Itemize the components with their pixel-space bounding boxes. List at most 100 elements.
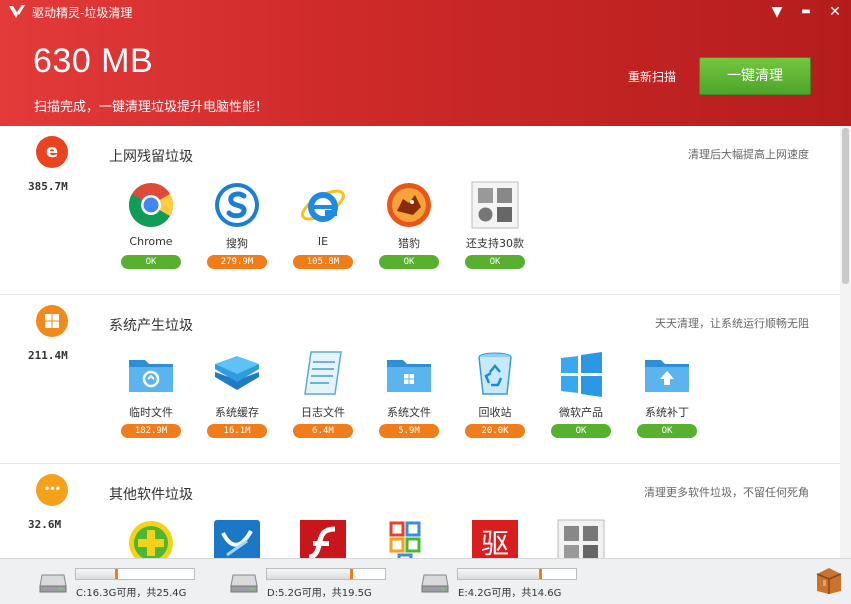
hard-drive-icon (39, 574, 67, 593)
chrome-icon (129, 183, 173, 227)
item-sogou[interactable]: 搜狗 279.9M (194, 181, 280, 276)
item-gray-app[interactable] (538, 519, 624, 558)
item-label: Chrome (129, 235, 173, 248)
status-badge: 182.9M (121, 424, 181, 438)
rescan-link[interactable]: 重新扫描 (628, 68, 676, 85)
ie-icon (301, 189, 345, 222)
item-label: 回收站 (478, 406, 512, 419)
drive-space-text: D:5.2G可用，共19.5G (267, 588, 372, 599)
item-label: 搜狗 (226, 237, 248, 250)
hard-drive-icon (421, 574, 449, 593)
hard-drive-icon (230, 574, 258, 593)
item-label: 系统文件 (387, 406, 431, 419)
scan-complete-message: 扫描完成，一键清理垃圾提升电脑性能！ (34, 100, 269, 115)
item-log-files[interactable]: 日志文件 6.4M (280, 350, 366, 445)
item-blue-app[interactable] (194, 519, 280, 558)
log-file-icon (304, 351, 342, 395)
section-size: 211.4M (28, 349, 68, 362)
patch-folder-icon (645, 360, 689, 392)
windows-circle-icon (36, 305, 68, 337)
item-label: 临时文件 (129, 406, 173, 419)
minimize-button[interactable]: ▬ (796, 3, 816, 21)
drive-usage-fill (267, 569, 354, 579)
gray-app-icon (557, 519, 605, 558)
drive-e: E:4.2G可用，共14.6G (421, 567, 601, 601)
drive-usage-bar (457, 568, 577, 580)
status-badge: 5.9M (379, 424, 439, 438)
item-label: 日志文件 (301, 406, 345, 419)
more-circle-icon: ••• (36, 474, 68, 506)
section-description: 清理更多软件垃圾，不留任何死角 (644, 486, 809, 499)
close-button[interactable]: ✕ (825, 3, 845, 21)
scrollbar-thumb[interactable] (842, 128, 849, 284)
junk-list: e 385.7M 上网残留垃圾 清理后大幅提高上网速度 Chrome OK 搜狗… (0, 126, 840, 558)
item-360[interactable] (108, 519, 194, 558)
item-label: 微软产品 (559, 406, 603, 419)
app-logo-icon (9, 5, 25, 18)
status-badge: 105.8M (293, 255, 353, 269)
one-click-clean-button[interactable]: 一键清理 (699, 57, 811, 95)
more-browsers-icon (471, 181, 519, 229)
section-description: 天天清理，让系统运行顺畅无阻 (655, 317, 809, 330)
system-cache-icon (215, 356, 259, 390)
drive-usage-fill (458, 569, 542, 579)
drive-usage-bar (75, 568, 195, 580)
svg-text:驱: 驱 (481, 527, 509, 558)
disk-status-bar: C:16.3G可用，共25.4G D:5.2G可用，共19.5G E:4.2G可… (0, 558, 851, 604)
status-badge: 20.0K (465, 424, 525, 438)
total-junk-size: 630 MB (33, 42, 154, 80)
office-grid-icon (389, 521, 421, 558)
status-badge: OK (465, 255, 525, 269)
recycle-bin-icon (478, 352, 512, 395)
item-flash[interactable] (280, 519, 366, 558)
item-system-files[interactable]: 系统文件 5.9M (366, 350, 452, 445)
status-badge: OK (551, 424, 611, 438)
item-label: 猎豹 (398, 237, 420, 250)
status-badge: 16.1M (207, 424, 267, 438)
item-label: 系统缓存 (215, 406, 259, 419)
item-microsoft-products[interactable]: 微软产品 OK (538, 350, 624, 445)
header: 驱动精灵-垃圾清理 ▼ ▬ ✕ 630 MB 扫描完成，一键清理垃圾提升电脑性能… (0, 0, 851, 126)
vertical-scrollbar[interactable] (840, 126, 851, 558)
ie-circle-icon: e (36, 136, 68, 168)
item-office-grid[interactable] (366, 519, 452, 558)
section-system-junk: 211.4M 系统产生垃圾 天天清理，让系统运行顺畅无阻 临时文件 182.9M (0, 295, 840, 464)
section-size: 32.6M (28, 518, 62, 531)
menu-dropdown-button[interactable]: ▼ (767, 3, 787, 21)
microsoft-icon (561, 352, 602, 397)
status-badge: 279.9M (207, 255, 267, 269)
drive-usage-bar (266, 568, 386, 580)
section-other-software-junk: ••• 32.6M 其他软件垃圾 清理更多软件垃圾，不留任何死角 驱 (0, 464, 840, 558)
toolbox-icon[interactable] (815, 565, 843, 595)
status-badge: 6.4M (293, 424, 353, 438)
section-size: 385.7M (28, 180, 68, 193)
section-title: 上网残留垃圾 (109, 149, 193, 165)
item-system-patches[interactable]: 系统补丁 OK (624, 350, 710, 445)
item-more-browsers[interactable]: 还支持30款 OK (452, 181, 538, 276)
item-chrome[interactable]: Chrome OK (108, 181, 194, 276)
liebao-icon (387, 183, 431, 227)
qudong-icon: 驱 (472, 520, 518, 558)
drive-c: C:16.3G可用，共25.4G (39, 567, 219, 601)
drive-d: D:5.2G可用，共19.5G (230, 567, 410, 601)
section-title: 系统产生垃圾 (109, 318, 193, 334)
item-ie[interactable]: IE 105.8M (280, 181, 366, 276)
drive-space-text: C:16.3G可用，共25.4G (76, 588, 187, 599)
system-folder-icon (387, 360, 431, 392)
section-description: 清理后大幅提高上网速度 (688, 148, 809, 161)
sogou-icon (215, 183, 259, 227)
item-qudong[interactable]: 驱 (452, 519, 538, 558)
item-recycle-bin[interactable]: 回收站 20.0K (452, 350, 538, 445)
item-label: IE (317, 235, 329, 248)
drive-space-text: E:4.2G可用，共14.6G (458, 588, 562, 599)
window-title: 驱动精灵-垃圾清理 (32, 6, 133, 20)
item-label: 系统补丁 (645, 406, 689, 419)
drive-usage-fill (76, 569, 119, 579)
section-title: 其他软件垃圾 (109, 487, 193, 503)
item-temp-files[interactable]: 临时文件 182.9M (108, 350, 194, 445)
item-liebao[interactable]: 猎豹 OK (366, 181, 452, 276)
status-badge: OK (121, 255, 181, 269)
item-system-cache[interactable]: 系统缓存 16.1M (194, 350, 280, 445)
windows-logo-icon (45, 314, 59, 328)
flash-icon (300, 520, 346, 558)
